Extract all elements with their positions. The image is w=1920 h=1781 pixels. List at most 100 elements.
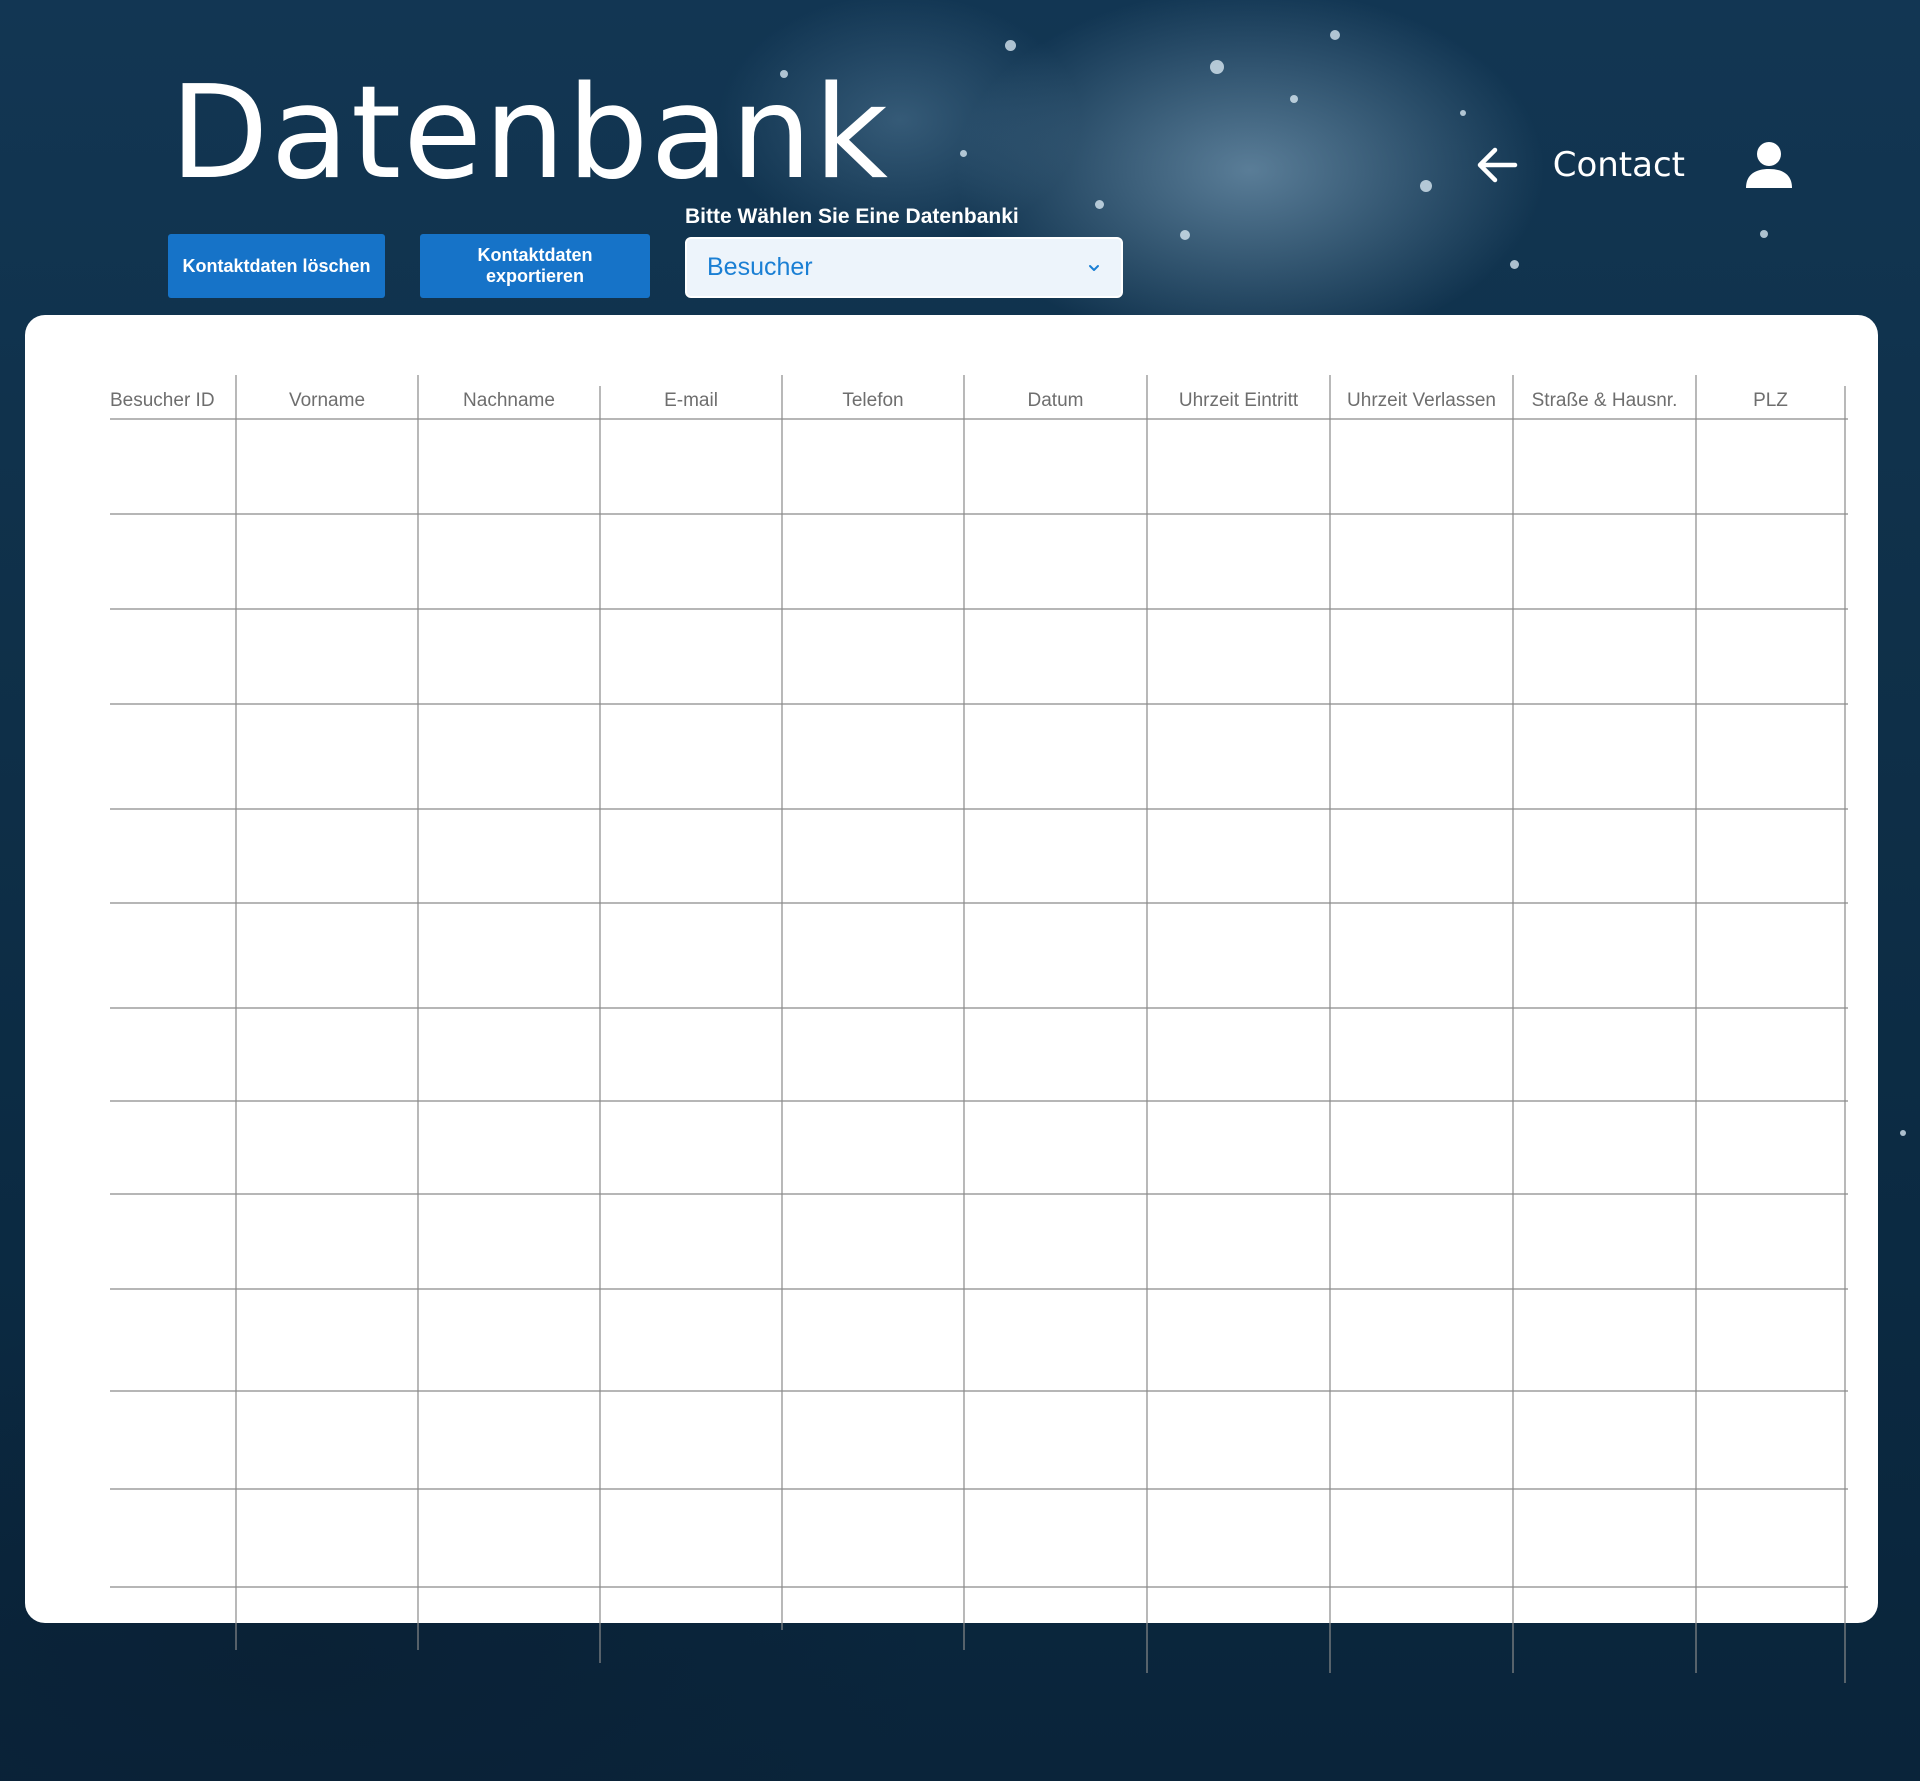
table-cell [964, 1101, 1147, 1194]
table-cell [1513, 1101, 1696, 1194]
table-cell [110, 609, 236, 704]
database-select-value: Besucher [707, 253, 813, 281]
column-header[interactable]: Vorname [236, 386, 418, 416]
page-title: Datenbank [170, 59, 890, 208]
table-cell [1696, 903, 1845, 1008]
table-cell [600, 1101, 782, 1194]
table-cell [1513, 1194, 1696, 1289]
table-cell [1330, 609, 1513, 704]
table-cell [418, 1489, 600, 1587]
table-cell [1330, 1101, 1513, 1194]
table-cell [1330, 1289, 1513, 1391]
column-header[interactable]: Straße & Hausnr. [1513, 386, 1696, 416]
table-cell [1147, 1008, 1330, 1101]
table-cell [1696, 514, 1845, 609]
table-cell [782, 903, 964, 1008]
table-cell [1147, 1101, 1330, 1194]
table-cell [600, 1289, 782, 1391]
splash-droplet [1095, 200, 1104, 209]
table-cell [782, 1008, 964, 1101]
table-cell [782, 609, 964, 704]
table-cell [236, 1008, 418, 1101]
column-header[interactable]: E-mail [600, 386, 782, 416]
table-cell [1147, 514, 1330, 609]
table-cell [110, 903, 236, 1008]
table-cell [418, 609, 600, 704]
column-header[interactable]: Uhrzeit Eintritt [1147, 386, 1330, 416]
table-cell [964, 609, 1147, 704]
table-cell [1696, 419, 1845, 514]
table-cell [964, 514, 1147, 609]
table-cell [236, 609, 418, 704]
table-cell [110, 1194, 236, 1289]
table-cell [236, 419, 418, 514]
table-cell [1147, 1289, 1330, 1391]
table-cell [1696, 609, 1845, 704]
contact-link[interactable]: Contact [1553, 145, 1685, 185]
table-cell [236, 809, 418, 903]
table-cell [110, 514, 236, 609]
database-select[interactable]: Besucher [685, 237, 1123, 298]
splash-droplet [1760, 230, 1768, 238]
table-cell [1330, 704, 1513, 809]
top-nav: Contact [1473, 125, 1795, 205]
table-cell [1513, 419, 1696, 514]
table-cell [964, 809, 1147, 903]
splash-droplet [1460, 110, 1466, 116]
table-cell [964, 1289, 1147, 1391]
table-cell [782, 809, 964, 903]
table-cell [110, 704, 236, 809]
column-header[interactable]: Nachname [418, 386, 600, 416]
table-cell [1147, 419, 1330, 514]
table-cell [110, 1391, 236, 1489]
table-cell [1513, 1289, 1696, 1391]
splash-droplet [1005, 40, 1016, 51]
table-cell [782, 704, 964, 809]
table-cell [236, 1101, 418, 1194]
table-cell [418, 419, 600, 514]
table-cell [236, 704, 418, 809]
column-header[interactable]: Datum [964, 386, 1147, 416]
table-cell [782, 514, 964, 609]
table-cell [1513, 514, 1696, 609]
table-cell [964, 419, 1147, 514]
table-cell [600, 1194, 782, 1289]
table-cell [1330, 1008, 1513, 1101]
table-cell [110, 1008, 236, 1101]
column-header[interactable]: Uhrzeit Verlassen [1330, 386, 1513, 416]
table-cell [600, 903, 782, 1008]
table-cell [964, 1194, 1147, 1289]
database-select-label: Bitte Wählen Sie Eine Datenbanki [685, 205, 1019, 228]
table-cell [964, 1489, 1147, 1587]
column-header[interactable]: PLZ [1696, 386, 1845, 416]
splash-droplet [1330, 30, 1340, 40]
table-cell [600, 704, 782, 809]
table-cell [1696, 1008, 1845, 1101]
table-cell [418, 1289, 600, 1391]
table-cell [418, 809, 600, 903]
table-cell [1330, 1489, 1513, 1587]
table-cell [1513, 903, 1696, 1008]
table-cell [1696, 704, 1845, 809]
export-contacts-button[interactable]: Kontaktdaten exportieren [420, 234, 650, 298]
table-cell [110, 809, 236, 903]
column-header[interactable]: Besucher ID [110, 386, 236, 416]
table-cell [1696, 1489, 1845, 1587]
table-cell [110, 1101, 236, 1194]
table-cell [600, 1391, 782, 1489]
table-cell [964, 1391, 1147, 1489]
table-cell [1330, 419, 1513, 514]
table-cell [418, 1101, 600, 1194]
arrow-left-icon[interactable] [1473, 141, 1521, 189]
user-icon[interactable] [1743, 139, 1795, 191]
table-cell [1330, 903, 1513, 1008]
table-cell [1696, 1194, 1845, 1289]
table-cell [418, 1008, 600, 1101]
column-header[interactable]: Telefon [782, 386, 964, 416]
table-cell [1696, 1391, 1845, 1489]
delete-contacts-button[interactable]: Kontaktdaten löschen [168, 234, 385, 298]
table-cell [600, 514, 782, 609]
table-cell [110, 1489, 236, 1587]
table-cell [418, 514, 600, 609]
table-cell [236, 903, 418, 1008]
